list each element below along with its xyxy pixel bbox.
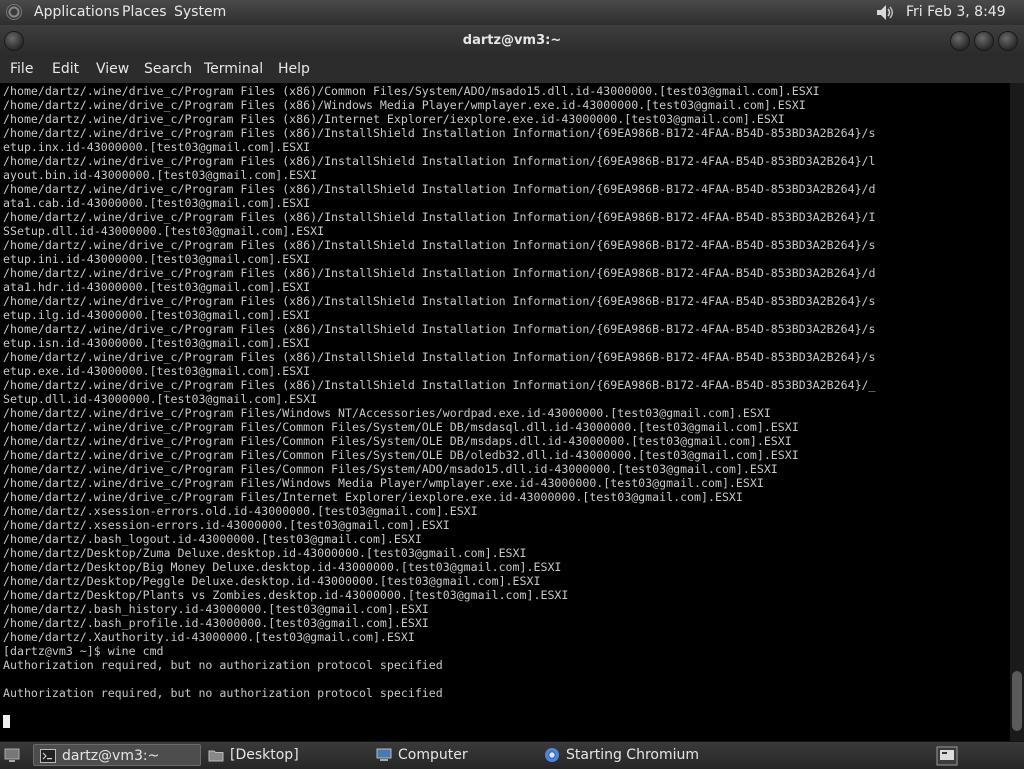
workspace-switcher-icon[interactable] <box>936 746 958 766</box>
terminal-line: /home/dartz/.wine/drive_c/Program Files … <box>3 322 876 336</box>
terminal-line: /home/dartz/.bash_logout.id-43000000.[te… <box>3 532 422 546</box>
terminal-line: /home/dartz/.wine/drive_c/Program Files/… <box>3 406 771 420</box>
terminal-line: /home/dartz/Desktop/Peggle Deluxe.deskto… <box>3 574 541 588</box>
menu-file[interactable]: File <box>10 61 33 77</box>
terminal-line: /home/dartz/.wine/drive_c/Program Files/… <box>3 476 764 490</box>
terminal-line: etup.exe.id-43000000.[test03@gmail.com].… <box>3 364 311 378</box>
menu-applications[interactable]: Applications <box>34 0 120 25</box>
menu-terminal[interactable]: Terminal <box>204 61 263 77</box>
taskbar-item-computer[interactable]: Computer <box>370 744 535 766</box>
terminal-line: /home/dartz/.Xauthority.id-43000000.[tes… <box>3 630 415 644</box>
terminal-line: /home/dartz/.xsession-errors.old.id-4300… <box>3 504 478 518</box>
close-button[interactable] <box>998 31 1018 51</box>
window-titlebar[interactable]: dartz@vm3:~ <box>0 25 1024 57</box>
terminal-line: /home/dartz/.wine/drive_c/Program Files … <box>3 378 876 392</box>
volume-icon[interactable] <box>874 2 896 23</box>
terminal-line: Setup.dll.id-43000000.[test03@gmail.com]… <box>3 392 318 406</box>
terminal-line: Authorization required, but no authoriza… <box>3 686 443 700</box>
terminal-line: etup.inx.id-43000000.[test03@gmail.com].… <box>3 140 311 154</box>
terminal-line: /home/dartz/Desktop/Zuma Deluxe.desktop.… <box>3 546 527 560</box>
minimize-button[interactable] <box>950 31 970 51</box>
taskbar-item-chromium[interactable]: Starting Chromium <box>538 744 738 766</box>
taskbar-item-label: [Desktop] <box>230 747 299 763</box>
menu-edit[interactable]: Edit <box>52 61 79 77</box>
folder-icon <box>208 750 224 762</box>
terminal-line: /home/dartz/.wine/drive_c/Program Files … <box>3 84 820 98</box>
terminal-line: ayout.bin.id-43000000.[test03@gmail.com]… <box>3 168 318 182</box>
chromium-icon <box>545 748 559 762</box>
terminal-icon <box>40 749 56 763</box>
terminal-line: /home/dartz/.xsession-errors.id-43000000… <box>3 518 450 532</box>
taskbar-item-label: Starting Chromium <box>566 747 699 763</box>
terminal-line: /home/dartz/.wine/drive_c/Program Files … <box>3 266 876 280</box>
terminal-line: /home/dartz/.bash_history.id-43000000.[t… <box>3 602 429 616</box>
computer-icon <box>376 748 392 761</box>
terminal-line: /home/dartz/.wine/drive_c/Program Files/… <box>3 434 792 448</box>
menu-help[interactable]: Help <box>278 61 310 77</box>
terminal-line: /home/dartz/.wine/drive_c/Program Files … <box>3 210 876 224</box>
window-title: dartz@vm3:~ <box>462 33 562 48</box>
terminal-line: [dartz@vm3 ~]$ wine cmd <box>3 644 164 658</box>
terminal-line: etup.isn.id-43000000.[test03@gmail.com].… <box>3 336 311 350</box>
menu-search[interactable]: Search <box>144 61 192 77</box>
terminal-line: ata1.hdr.id-43000000.[test03@gmail.com].… <box>3 280 311 294</box>
terminal-line: /home/dartz/.wine/drive_c/Program Files/… <box>3 462 778 476</box>
terminal-scrollbar[interactable] <box>1010 83 1024 741</box>
terminal-line: /home/dartz/.wine/drive_c/Program Files … <box>3 350 876 364</box>
terminal-line: /home/dartz/Desktop/Big Money Deluxe.des… <box>3 560 562 574</box>
terminal-line: SSetup.dll.id-43000000.[test03@gmail.com… <box>3 224 325 238</box>
terminal-line: /home/dartz/.wine/drive_c/Program Files … <box>3 126 876 140</box>
bottom-taskbar: dartz@vm3:~ [Desktop] Computer Starting … <box>0 741 1024 769</box>
terminal-line: /home/dartz/.wine/drive_c/Program Files … <box>3 182 876 196</box>
taskbar-item-label: Computer <box>398 747 468 763</box>
terminal-line: /home/dartz/.wine/drive_c/Program Files … <box>3 294 876 308</box>
terminal-line: etup.ilg.id-43000000.[test03@gmail.com].… <box>3 308 311 322</box>
taskbar-item-label: dartz@vm3:~ <box>62 748 160 764</box>
scrollbar-thumb[interactable] <box>1012 671 1022 731</box>
menu-places[interactable]: Places <box>122 0 167 25</box>
top-panel: Applications Places System Fri Feb 3, 8:… <box>0 0 1024 45</box>
terminal-line: /home/dartz/.wine/drive_c/Program Files/… <box>3 448 799 462</box>
terminal-line: ata1.cab.id-43000000.[test03@gmail.com].… <box>3 196 311 210</box>
terminal-line: /home/dartz/.wine/drive_c/Program Files/… <box>3 490 743 504</box>
taskbar-item-desktop[interactable]: [Desktop] <box>202 744 362 766</box>
terminal-line: /home/dartz/.wine/drive_c/Program Files … <box>3 98 806 112</box>
menubar: File Edit View Search Terminal Help <box>0 57 1024 83</box>
distro-logo-icon[interactable] <box>6 4 22 20</box>
terminal-line: /home/dartz/Desktop/Plants vs Zombies.de… <box>3 588 569 602</box>
terminal-line: etup.ini.id-43000000.[test03@gmail.com].… <box>3 252 311 266</box>
show-desktop-icon[interactable] <box>4 747 20 763</box>
terminal-output[interactable]: /home/dartz/.wine/drive_c/Program Files … <box>0 83 1010 741</box>
terminal-line: /home/dartz/.wine/drive_c/Program Files … <box>3 154 876 168</box>
terminal-line: /home/dartz/.wine/drive_c/Program Files/… <box>3 420 799 434</box>
maximize-button[interactable] <box>974 31 994 51</box>
terminal-line: /home/dartz/.bash_profile.id-43000000.[t… <box>3 616 429 630</box>
taskbar-item-terminal[interactable]: dartz@vm3:~ <box>33 744 201 766</box>
terminal-line: /home/dartz/.wine/drive_c/Program Files … <box>3 238 876 252</box>
terminal-text: /home/dartz/.wine/drive_c/Program Files … <box>3 84 876 700</box>
terminal-line: Authorization required, but no authoriza… <box>3 658 443 672</box>
menu-system[interactable]: System <box>174 0 226 25</box>
menu-view[interactable]: View <box>96 61 129 77</box>
terminal-line: /home/dartz/.wine/drive_c/Program Files … <box>3 112 785 126</box>
terminal-cursor <box>3 715 10 728</box>
